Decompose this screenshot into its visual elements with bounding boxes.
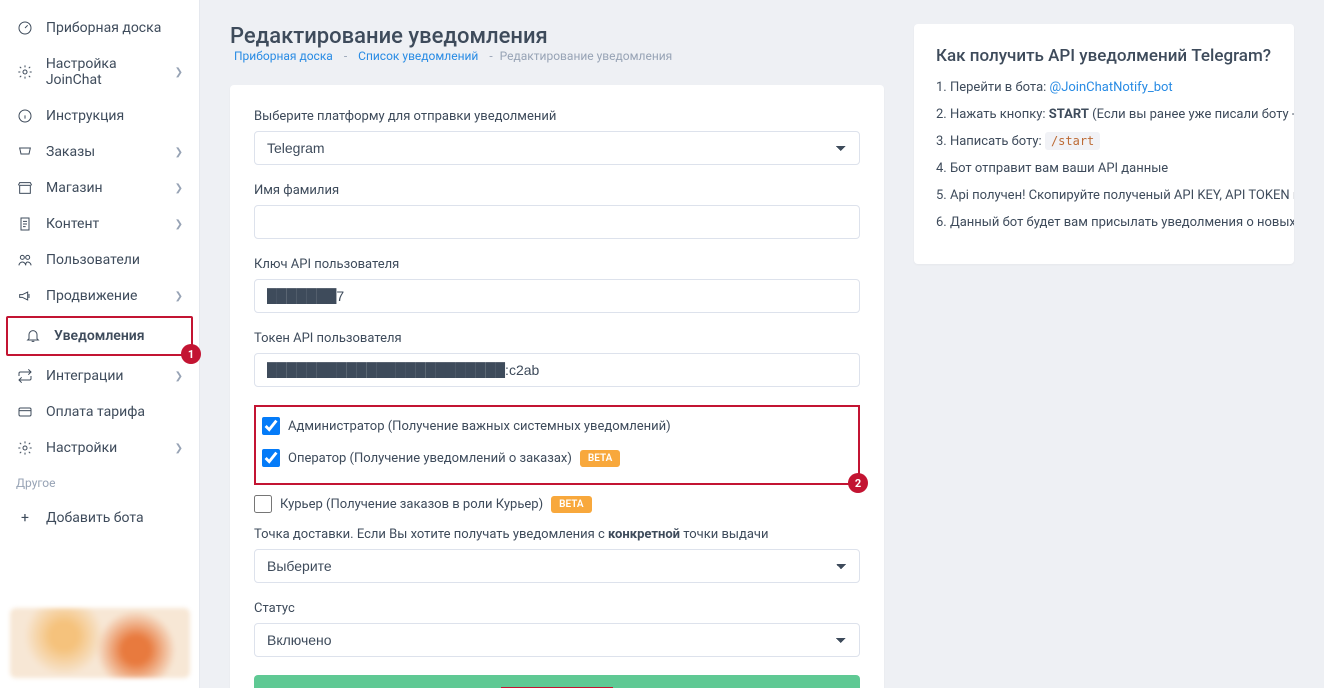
sidebar-item-label: Продвижение	[46, 288, 137, 304]
platform-select[interactable]: Telegram	[254, 131, 860, 165]
page-title: Редактирование уведомления	[230, 24, 548, 49]
sidebar-item-9[interactable]: Интеграции ❯	[0, 358, 199, 394]
sidebar-item-4[interactable]: Магазин ❯	[0, 170, 199, 206]
sidebar-add-bot-label: Добавить бота	[46, 510, 144, 526]
annotation-badge-2: 2	[848, 473, 868, 493]
sidebar-highlight: Уведомления1	[6, 316, 193, 356]
bot-link[interactable]: @JoinChatNotify_bot	[1050, 80, 1173, 95]
sidebar-item-label: Уведомления	[54, 328, 145, 344]
name-input[interactable]	[254, 205, 860, 239]
breadcrumb: Приборная доска - Список уведомлений - Р…	[230, 49, 672, 63]
bell-icon	[24, 328, 42, 344]
crumb-dashboard[interactable]: Приборная доска	[234, 49, 333, 63]
beta-badge: BETA	[580, 450, 620, 467]
delivery-select[interactable]: Выберите	[254, 549, 860, 583]
sidebar-item-label: Пользователи	[46, 252, 140, 268]
help-step-6: 6. Данный бот будет вам присылать уведол…	[936, 215, 1272, 230]
help-title: Как получить API уведолмений Telegram?	[936, 46, 1272, 66]
sidebar-item-2[interactable]: Инструкция	[0, 98, 199, 134]
bullhorn-icon	[16, 288, 34, 304]
courier-checkbox[interactable]	[254, 495, 272, 513]
form-card: Выберите платформу для отправки уведолме…	[230, 85, 884, 688]
gear-icon	[16, 64, 34, 80]
sidebar-item-8[interactable]: Уведомления	[8, 318, 191, 354]
sidebar-section-other: Другое	[0, 466, 199, 500]
crumb-current: Редактирование уведомления	[500, 49, 673, 63]
chevron-right-icon: ❯	[175, 183, 183, 194]
sidebar-item-5[interactable]: Контент ❯	[0, 206, 199, 242]
token-label: Токен API пользователя	[254, 331, 860, 346]
chevron-right-icon: ❯	[175, 147, 183, 158]
help-step-2: 2. Нажать кнопку: START (Если вы ранее у…	[936, 107, 1272, 122]
apikey-input[interactable]	[254, 279, 860, 313]
gauge-icon	[16, 20, 34, 36]
sidebar-item-label: Инструкция	[46, 108, 124, 124]
users-icon	[16, 252, 34, 268]
info-icon	[16, 108, 34, 124]
sidebar-item-1[interactable]: Настройка JoinChat❯	[0, 46, 199, 98]
sidebar-item-label: Заказы	[46, 144, 95, 160]
cart-icon	[16, 144, 34, 160]
chevron-right-icon: ❯	[175, 443, 183, 454]
sidebar-item-label: Оплата тарифа	[46, 404, 145, 420]
sidebar-item-label: Настройка JoinChat	[46, 56, 175, 88]
help-step-3: 3. Написать боту: /start	[936, 134, 1272, 149]
doc-icon	[16, 216, 34, 232]
sidebar-item-10[interactable]: Оплата тарифа	[0, 394, 199, 430]
admin-checkbox[interactable]	[262, 417, 280, 435]
plus-icon: +	[16, 510, 34, 526]
sidebar-footer-image	[10, 608, 190, 678]
help-step-4: 4. Бот отправит вам ваши API данные	[936, 161, 1272, 176]
loop-icon	[16, 368, 34, 384]
crumb-notification-list[interactable]: Список уведомлений	[358, 49, 478, 63]
sidebar-item-label: Контент	[46, 216, 99, 232]
sidebar-item-11[interactable]: Настройки ❯	[0, 430, 199, 466]
sidebar-item-label: Приборная доска	[46, 20, 161, 36]
roles-highlight-box: Администратор (Получение важных системны…	[254, 405, 860, 485]
delivery-label: Точка доставки. Если Вы хотите получать …	[254, 527, 860, 542]
sidebar-add-bot[interactable]: + Добавить бота	[0, 500, 199, 536]
sidebar: Приборная доскаНастройка JoinChat❯Инстру…	[0, 0, 200, 688]
status-label: Статус	[254, 601, 860, 616]
sidebar-item-6[interactable]: Пользователи	[0, 242, 199, 278]
platform-label: Выберите платформу для отправки уведолме…	[254, 109, 860, 124]
operator-checkbox-label: Оператор (Получение уведомлений о заказа…	[288, 451, 572, 466]
help-step-1: 1. Перейти в бота: @JoinChatNotify_bot	[936, 80, 1272, 95]
admin-checkbox-label: Администратор (Получение важных системны…	[288, 419, 671, 434]
sidebar-item-label: Настройки	[46, 440, 117, 456]
save-button[interactable]: Сохранить 3	[254, 675, 860, 688]
gear-icon	[16, 440, 34, 456]
card-icon	[16, 404, 34, 420]
store-icon	[16, 180, 34, 196]
courier-checkbox-label: Курьер (Получение заказов в роли Курьер)	[280, 497, 543, 512]
sidebar-item-label: Магазин	[46, 180, 103, 196]
help-card: Как получить API уведолмений Telegram? 1…	[914, 24, 1294, 264]
operator-checkbox[interactable]	[262, 449, 280, 467]
apikey-label: Ключ API пользователя	[254, 257, 860, 272]
sidebar-item-3[interactable]: Заказы ❯	[0, 134, 199, 170]
chevron-right-icon: ❯	[175, 291, 183, 302]
chevron-right-icon: ❯	[175, 371, 183, 382]
name-label: Имя фамилия	[254, 183, 860, 198]
sidebar-item-0[interactable]: Приборная доска	[0, 10, 199, 46]
status-select[interactable]: Включено	[254, 623, 860, 657]
sidebar-item-7[interactable]: Продвижение ❯	[0, 278, 199, 314]
chevron-right-icon: ❯	[175, 219, 183, 230]
token-input[interactable]	[254, 353, 860, 387]
beta-badge-2: BETA	[551, 496, 591, 513]
help-step-5: 5. Api получен! Скопируйте полученый API…	[936, 188, 1272, 203]
chevron-right-icon: ❯	[175, 67, 183, 78]
sidebar-item-label: Интеграции	[46, 368, 124, 384]
